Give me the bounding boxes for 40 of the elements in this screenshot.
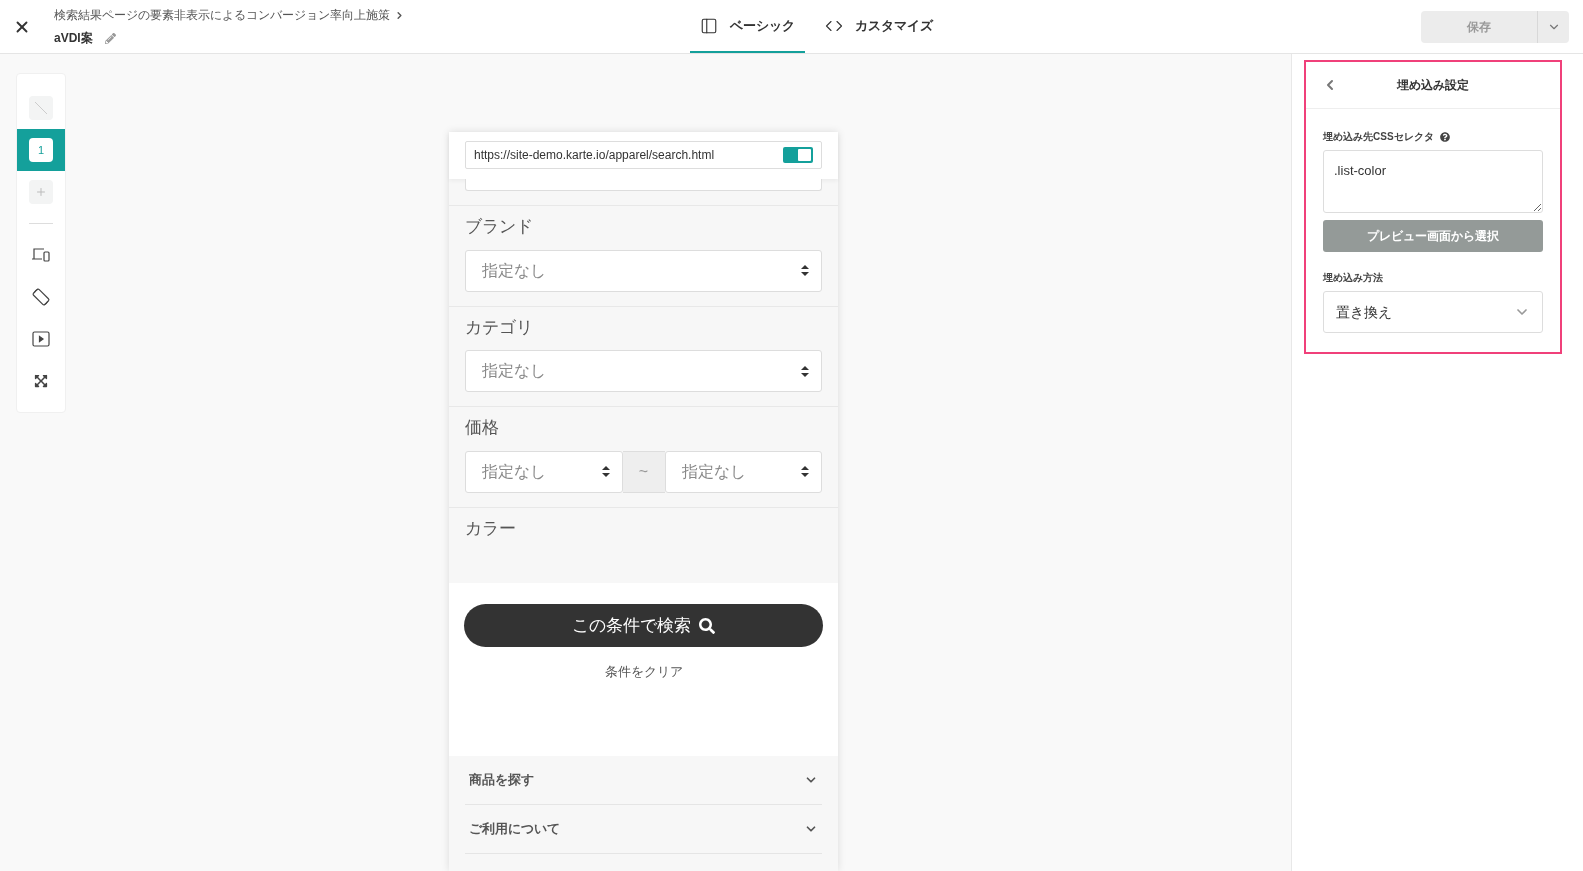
plus-icon (35, 186, 47, 198)
url-toggle[interactable] (783, 147, 813, 163)
panel-title: 埋め込み設定 (1397, 77, 1469, 94)
clear-link[interactable]: 条件をクリア (604, 662, 683, 682)
search-icon (699, 617, 715, 634)
filter-label: 価格 (465, 417, 500, 439)
chevron-right-icon (394, 9, 405, 21)
page-title: aVDI案 (54, 30, 93, 47)
expand-icon (34, 374, 48, 388)
select-field[interactable]: 指定なし (465, 450, 623, 493)
play-icon (32, 331, 50, 347)
select-field[interactable]: 指定なし (465, 249, 822, 292)
sort-icon (801, 365, 809, 377)
filter-label: カラー (465, 517, 517, 540)
panel-icon (700, 16, 718, 35)
pencil-icon[interactable] (104, 32, 116, 44)
devices-icon (31, 247, 51, 263)
accordion-item[interactable]: 商品を探す (465, 755, 822, 805)
method-select[interactable]: 置き換え (1323, 291, 1543, 333)
select-field[interactable] (465, 179, 822, 191)
tab[interactable]: ベーシック (690, 0, 805, 53)
accordion-item[interactable]: ご利用について (465, 804, 822, 854)
filter-label: カテゴリ (465, 316, 534, 339)
select-field[interactable]: 指定なし (664, 450, 822, 493)
field-label: 埋め込み先CSSセレクタ (1323, 130, 1434, 144)
url-bar[interactable]: https://site-demo.karte.io/apparel/search.html (465, 141, 822, 169)
tab[interactable]: カスタマイズ (815, 0, 943, 53)
selector-field[interactable]: .list-color (1323, 150, 1543, 213)
breadcrumb-link[interactable]: 検索結果ページの要素非表示によるコンバージョン率向上施策 (54, 6, 390, 24)
field-label: 埋め込み方法 (1323, 271, 1384, 285)
rotate-icon (31, 287, 51, 307)
help-icon[interactable] (1439, 131, 1450, 142)
slash-icon (33, 100, 49, 116)
range-separator: ~ (622, 450, 665, 493)
sort-icon (801, 466, 809, 477)
filter-label: ブランド (465, 216, 534, 238)
search-button[interactable]: この条件で検索 (464, 604, 823, 647)
select-field[interactable]: 指定なし (465, 350, 822, 392)
sort-icon (801, 265, 809, 276)
sort-icon (601, 466, 610, 477)
